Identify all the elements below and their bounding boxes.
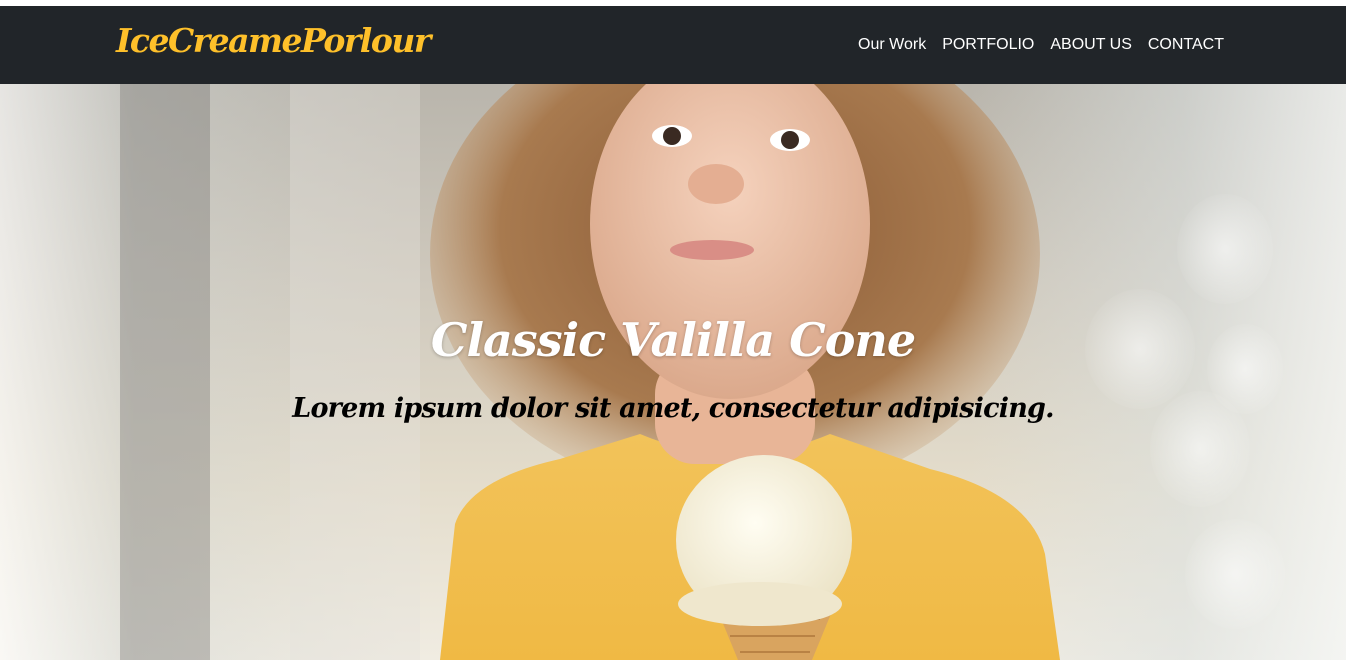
top-navbar: IceCreamePorlour Our Work PORTFOLIO ABOU…	[0, 6, 1346, 84]
nav-menu: Our Work PORTFOLIO ABOUT US CONTACT	[858, 6, 1224, 84]
hero-title: Classic Valilla Cone	[430, 312, 916, 367]
girl-mouth	[670, 240, 754, 260]
girl-pupil-left	[663, 127, 681, 145]
nav-link-about-us[interactable]: ABOUT US	[1050, 36, 1132, 54]
landing-page: IceCreamePorlour Our Work PORTFOLIO ABOU…	[0, 0, 1346, 660]
nav-link-our-work[interactable]: Our Work	[858, 36, 926, 54]
ice-cream-scoop-drip	[678, 582, 842, 626]
hero-subtitle: Lorem ipsum dolor sit amet, consectetur …	[292, 393, 1054, 424]
girl-nose	[688, 164, 744, 204]
bokeh-light	[1185, 519, 1285, 629]
bokeh-light	[1177, 194, 1273, 304]
nav-link-contact[interactable]: CONTACT	[1148, 36, 1224, 54]
brand-logo[interactable]: IceCreamePorlour	[116, 21, 431, 60]
nav-link-portfolio[interactable]: PORTFOLIO	[942, 36, 1034, 54]
background-pillar-dark	[120, 84, 210, 660]
background-pillar-light	[290, 84, 420, 660]
hero-background-photo	[120, 84, 1285, 660]
girl-pupil-right	[781, 131, 799, 149]
hero-section: Classic Valilla Cone Lorem ipsum dolor s…	[0, 84, 1346, 660]
